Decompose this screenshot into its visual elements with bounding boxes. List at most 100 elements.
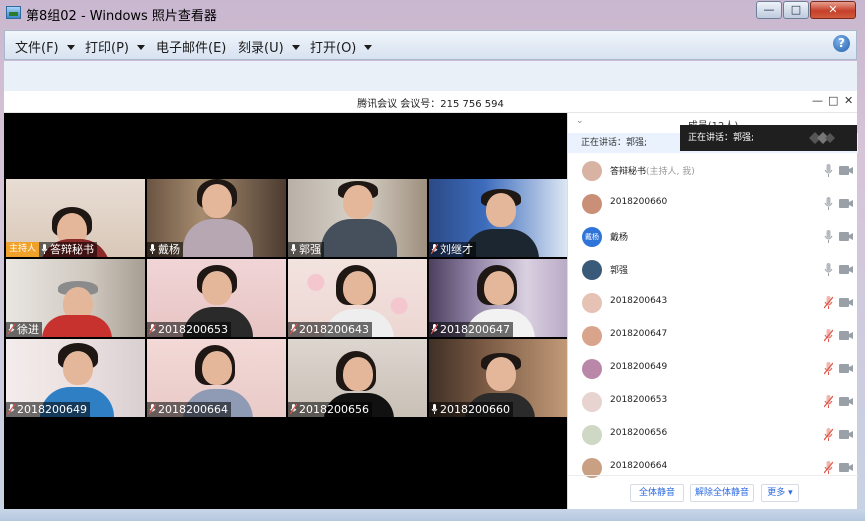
members-panel: ⌄ 成员(12人) 正在讲话：郭强; 正在讲话：郭强; 答辩秘书(主持人, 我)… <box>567 113 858 509</box>
video-tile[interactable]: 戴杨 <box>147 179 286 257</box>
menu-bar: 文件(F) 打印(P) 电子邮件(E) 刻录(U) 打开(O) ? <box>4 30 857 60</box>
mic-icon <box>290 244 297 254</box>
close-button[interactable]: ✕ <box>810 1 856 19</box>
member-name: 2018200643 <box>610 296 668 306</box>
more-button[interactable]: 更多 ▾ <box>761 484 799 502</box>
person-face <box>202 184 232 218</box>
meeting-maximize-icon[interactable]: □ <box>828 94 838 107</box>
camera-icon[interactable] <box>839 232 853 241</box>
camera-icon[interactable] <box>839 199 853 208</box>
avatar <box>582 326 602 346</box>
mic-icon <box>431 404 438 414</box>
menu-file-label: 文件(F) <box>15 41 59 56</box>
meeting-title: 腾讯会议 会议号：215 756 594 <box>357 99 504 110</box>
tile-label: 郭强 <box>288 242 324 257</box>
muted-mic-icon[interactable] <box>824 329 833 342</box>
muted-mic-icon[interactable] <box>824 395 833 408</box>
chevron-down-icon <box>66 45 75 50</box>
meeting-window: 腾讯会议 会议号：215 756 594 — □ ✕ 主持人 答辩秘书 戴杨 郭… <box>4 91 858 509</box>
tile-label: 答辩秘书 <box>39 242 97 257</box>
menu-burn[interactable]: 刻录(U) <box>238 37 300 56</box>
tile-label: 戴杨 <box>147 242 183 257</box>
member-row[interactable]: 2018200649 <box>568 353 858 386</box>
member-row[interactable]: 2018200656 <box>568 419 858 452</box>
menu-open[interactable]: 打开(O) <box>310 37 373 56</box>
member-row[interactable]: 2018200643 <box>568 287 858 320</box>
video-tile[interactable]: 2018200653 <box>147 259 286 337</box>
menu-file[interactable]: 文件(F) <box>15 37 75 56</box>
photo-viewer-window: 第8组02 - Windows 照片查看器 — □ ✕ 文件(F) 打印(P) … <box>0 0 865 521</box>
video-tile[interactable]: 徐进 <box>6 259 145 337</box>
video-tile[interactable]: 2018200660 <box>429 339 568 417</box>
muted-mic-icon[interactable] <box>824 362 833 375</box>
chevron-down-icon <box>136 45 145 50</box>
window-title: 第8组02 - Windows 照片查看器 <box>26 9 217 24</box>
mic-icon[interactable] <box>824 230 833 243</box>
muted-mic-icon <box>8 324 15 334</box>
muted-mic-icon[interactable] <box>824 461 833 474</box>
avatar <box>582 194 602 214</box>
avatar <box>582 425 602 445</box>
person-face <box>202 271 232 305</box>
person-face <box>484 271 514 305</box>
menu-print-label: 打印(P) <box>85 41 129 56</box>
window-titlebar[interactable]: 第8组02 - Windows 照片查看器 — □ ✕ <box>0 0 865 28</box>
video-tile[interactable]: 2018200647 <box>429 259 568 337</box>
member-row[interactable]: 答辩秘书(主持人, 我) <box>568 155 858 188</box>
tile-label: 徐进 <box>6 322 42 337</box>
person-body <box>42 315 112 337</box>
muted-mic-icon[interactable] <box>824 296 833 309</box>
mic-icon[interactable] <box>824 197 833 210</box>
camera-icon[interactable] <box>839 463 853 472</box>
video-tile[interactable]: 刘继才 <box>429 179 568 257</box>
menu-email[interactable]: 电子邮件(E) <box>156 37 226 56</box>
tile-label: 刘继才 <box>429 242 476 257</box>
help-icon[interactable]: ? <box>833 35 850 52</box>
person-face <box>486 193 516 227</box>
mic-icon[interactable] <box>824 263 833 276</box>
camera-icon[interactable] <box>839 430 853 439</box>
mic-icon <box>149 244 156 254</box>
member-row[interactable]: 2018200647 <box>568 320 858 353</box>
camera-icon[interactable] <box>839 265 853 274</box>
member-row[interactable]: 2018200660 <box>568 188 858 221</box>
maximize-button[interactable]: □ <box>783 1 809 19</box>
unmute-all-button[interactable]: 解除全体静音 <box>690 484 754 502</box>
camera-icon[interactable] <box>839 166 853 175</box>
video-tile[interactable]: 2018200643 <box>288 259 427 337</box>
menu-burn-label: 刻录(U) <box>238 41 284 56</box>
video-grid: 主持人 答辩秘书 戴杨 郭强 刘继才 徐进 2018200653 2018200… <box>4 113 568 509</box>
video-tile[interactable]: 2018200656 <box>288 339 427 417</box>
meeting-close-icon[interactable]: ✕ <box>844 94 853 107</box>
photo-display-area: 腾讯会议 会议号：215 756 594 — □ ✕ 主持人 答辩秘书 戴杨 郭… <box>4 61 858 509</box>
menu-print[interactable]: 打印(P) <box>85 37 145 56</box>
camera-icon[interactable] <box>839 331 853 340</box>
avatar <box>582 359 602 379</box>
mic-icon[interactable] <box>824 164 833 177</box>
video-tile[interactable]: 主持人 答辩秘书 <box>6 179 145 257</box>
camera-icon[interactable] <box>839 298 853 307</box>
muted-mic-icon[interactable] <box>824 428 833 441</box>
avatar: 戴杨 <box>582 227 602 247</box>
tencent-meeting-logo-icon <box>809 132 835 144</box>
member-row[interactable]: 郭强 <box>568 254 858 287</box>
person-face <box>486 357 516 391</box>
person-body <box>321 219 397 257</box>
menu-email-label: 电子邮件(E) <box>156 41 227 56</box>
mute-all-button[interactable]: 全体静音 <box>630 484 684 502</box>
minimize-button[interactable]: — <box>756 1 782 19</box>
video-tile[interactable]: 2018200664 <box>147 339 286 417</box>
member-name: 2018200653 <box>610 395 668 405</box>
camera-icon[interactable] <box>839 397 853 406</box>
tile-label: 2018200664 <box>147 402 231 417</box>
avatar <box>582 161 602 181</box>
camera-icon[interactable] <box>839 364 853 373</box>
meeting-minimize-icon[interactable]: — <box>812 94 823 107</box>
member-name: 郭强 <box>610 266 629 276</box>
members-footer: 全体静音 解除全体静音 更多 ▾ <box>568 475 858 509</box>
member-row[interactable]: 戴杨 戴杨 <box>568 221 858 254</box>
member-row[interactable]: 2018200653 <box>568 386 858 419</box>
video-tile[interactable]: 2018200649 <box>6 339 145 417</box>
muted-mic-icon <box>8 404 15 414</box>
video-tile[interactable]: 郭强 <box>288 179 427 257</box>
